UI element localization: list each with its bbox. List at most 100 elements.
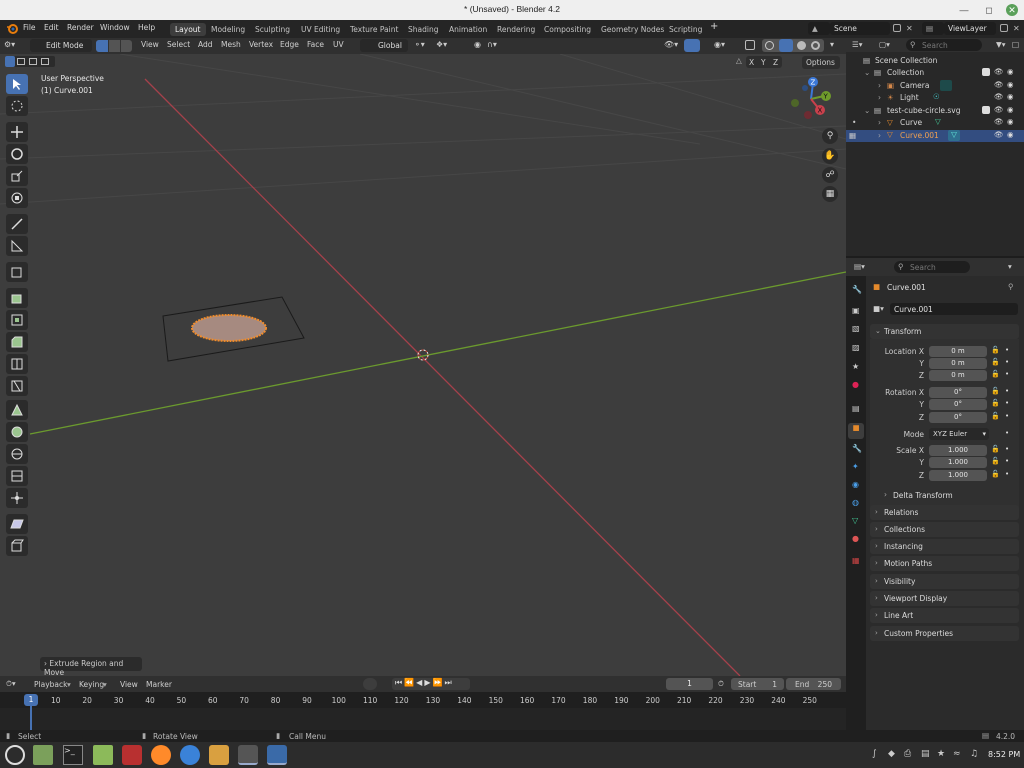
shrink-fatten-tool-icon[interactable] [6, 488, 28, 508]
lock-icon[interactable]: 🔓 [991, 470, 1000, 478]
scene-selector[interactable]: ▲ [808, 22, 830, 35]
scene-name-field[interactable]: Scene [830, 22, 890, 35]
playhead-line[interactable] [30, 706, 32, 730]
rotation-y-field[interactable]: 0° [929, 399, 987, 410]
new-view-layer-icon[interactable] [1000, 24, 1008, 32]
lock-icon[interactable]: 🔓 [991, 412, 1000, 420]
workspace-tab-scripting[interactable]: Scripting [664, 23, 707, 36]
outliner-row-scene-collection[interactable]: ▤ Scene Collection [846, 55, 1024, 67]
chevron-down-icon[interactable]: ⌄ [864, 106, 870, 115]
end-frame-field[interactable]: End 250 [786, 678, 841, 690]
rotation-z-field[interactable]: 0° [929, 412, 987, 423]
spin-tool-icon[interactable] [6, 422, 28, 442]
pan-hand-icon[interactable]: ✋ [822, 148, 838, 164]
navigation-gizmo[interactable]: Z Y X [786, 74, 836, 124]
current-frame-field[interactable]: 1 [666, 678, 713, 690]
camera-render-icon[interactable]: ◉ [1007, 67, 1014, 76]
rendered-shading-icon[interactable] [811, 41, 820, 50]
keyframe-dot-icon[interactable]: • [1005, 412, 1009, 420]
pivot-point-icon[interactable]: ⚬▾ [414, 40, 425, 49]
camera-render-icon[interactable]: ◉ [1007, 92, 1014, 101]
outliner-row-light[interactable]: › ☀ Light ☉ 👁 ◉ [846, 92, 1024, 104]
outliner-search-field[interactable]: ⚲ Search [906, 39, 982, 51]
rotation-mode-dropdown[interactable]: XYZ Euler ▾ [929, 428, 989, 440]
eye-icon[interactable]: 👁 [994, 117, 1004, 126]
prev-keyframe-icon[interactable]: ⏪ [404, 678, 416, 687]
camera-render-icon[interactable]: ◉ [1007, 105, 1014, 114]
location-x-field[interactable]: 0 m [929, 346, 987, 357]
material-tab-icon[interactable]: ● [852, 534, 859, 543]
lock-icon[interactable]: 🔓 [991, 358, 1000, 366]
options-dropdown[interactable]: Options [802, 56, 840, 69]
last-operator-panel[interactable]: › Extrude Region and Move [40, 657, 142, 676]
jump-start-icon[interactable]: ⏮ [395, 678, 404, 687]
orientation-selector[interactable]: Global [360, 39, 408, 52]
viewport-3d[interactable]: User Perspective (1) Curve.001 Options △… [0, 54, 846, 676]
filter-icon[interactable]: ▼▾ [996, 40, 1006, 49]
bluetooth-icon[interactable]: ∫ [872, 749, 877, 759]
camera-view-icon[interactable]: ☍ [822, 167, 838, 183]
keyframe-dot-icon[interactable]: • [1005, 346, 1009, 354]
mirror-z-toggle[interactable]: Z [773, 58, 778, 67]
inkscape-icon[interactable] [238, 745, 258, 765]
edit-mode-icon[interactable]: ▦ [849, 131, 856, 140]
lock-icon[interactable]: 🔓 [991, 445, 1000, 453]
outliner-row-svg-collection[interactable]: ⌄ ▤ test-cube-circle.svg 👁 ◉ [846, 105, 1024, 117]
exclude-checkbox[interactable] [982, 68, 990, 76]
menu-render[interactable]: Render [67, 23, 94, 32]
outliner-row-curve[interactable]: • › ▽ Curve ▽ 👁 ◉ [846, 117, 1024, 129]
lock-icon[interactable]: 🔓 [991, 387, 1000, 395]
chromium-icon[interactable] [180, 745, 200, 765]
header-menu-edge[interactable]: Edge [280, 40, 299, 49]
timeline-menu-marker[interactable]: Marker [146, 680, 172, 689]
chevron-right-icon[interactable]: › [884, 490, 887, 499]
maximize-button[interactable]: ◻ [983, 4, 995, 16]
mirror-x-toggle[interactable]: X [749, 58, 754, 67]
display-mode-icon[interactable]: ▢▾ [879, 40, 890, 49]
blender-window-icon[interactable] [267, 745, 287, 765]
overlay-icon[interactable]: ◉▾ [714, 40, 725, 49]
curve-data-icon[interactable]: ▽ [948, 130, 960, 141]
keyframe-dot-icon[interactable]: • [1005, 470, 1009, 478]
workspace-tab-animation[interactable]: Animation [444, 23, 492, 36]
header-menu-view[interactable]: View [141, 40, 159, 49]
workspace-tab-sculpting[interactable]: Sculpting [250, 23, 295, 36]
start-menu-icon[interactable] [5, 745, 25, 765]
clock-label[interactable]: 8:52 PM [988, 750, 1020, 759]
panel-header-custom-properties[interactable]: › Custom Properties [870, 626, 1019, 641]
shear-tool-icon[interactable] [6, 514, 28, 534]
panel-header-collections[interactable]: › Collections [870, 522, 1019, 537]
rip-region-tool-icon[interactable] [6, 536, 28, 556]
eye-icon[interactable]: 👁 [994, 92, 1004, 101]
header-menu-face[interactable]: Face [307, 40, 324, 49]
notes-icon[interactable]: ▤ [921, 749, 930, 759]
physics-tab-icon[interactable]: ◉ [852, 480, 859, 489]
curve-data-icon[interactable]: ▽ [935, 117, 941, 126]
printer-icon[interactable]: ⎙ [904, 749, 911, 759]
header-menu-uv[interactable]: UV [333, 40, 344, 49]
outliner-editor-type-icon[interactable]: ☰▾ [852, 40, 863, 49]
camera-render-icon[interactable]: ◉ [1007, 117, 1014, 126]
texture-tab-icon[interactable]: ▦ [852, 556, 860, 565]
gizmo-toggle-icon[interactable] [684, 39, 700, 52]
lock-icon[interactable]: 🔓 [991, 457, 1000, 465]
inset-faces-tool-icon[interactable] [6, 310, 28, 330]
chevron-right-icon[interactable]: › [878, 118, 881, 127]
files-folder-icon[interactable] [93, 745, 113, 765]
exclude-checkbox[interactable] [982, 106, 990, 114]
close-button[interactable]: ✕ [1006, 4, 1018, 16]
mirror-y-toggle[interactable]: Y [761, 58, 766, 67]
menu-file[interactable]: File [23, 23, 36, 32]
zoom-icon[interactable]: ⚲ [822, 128, 838, 144]
select-box-tool-icon[interactable] [6, 74, 28, 94]
constraints-tab-icon[interactable]: ◍ [852, 498, 859, 507]
panel-header-visibility[interactable]: › Visibility [870, 574, 1019, 589]
object-type-icon[interactable]: ■▾ [873, 304, 884, 313]
vertex-select-icon[interactable] [96, 40, 108, 52]
material-shading-icon[interactable] [797, 41, 806, 50]
playhead-frame-indicator[interactable]: 1 [24, 694, 38, 706]
view-layer-field[interactable]: ViewLayer [944, 22, 996, 35]
panel-header-relations[interactable]: › Relations [870, 505, 1019, 520]
poly-build-tool-icon[interactable] [6, 400, 28, 420]
panel-header-motion-paths[interactable]: › Motion Paths [870, 556, 1019, 571]
